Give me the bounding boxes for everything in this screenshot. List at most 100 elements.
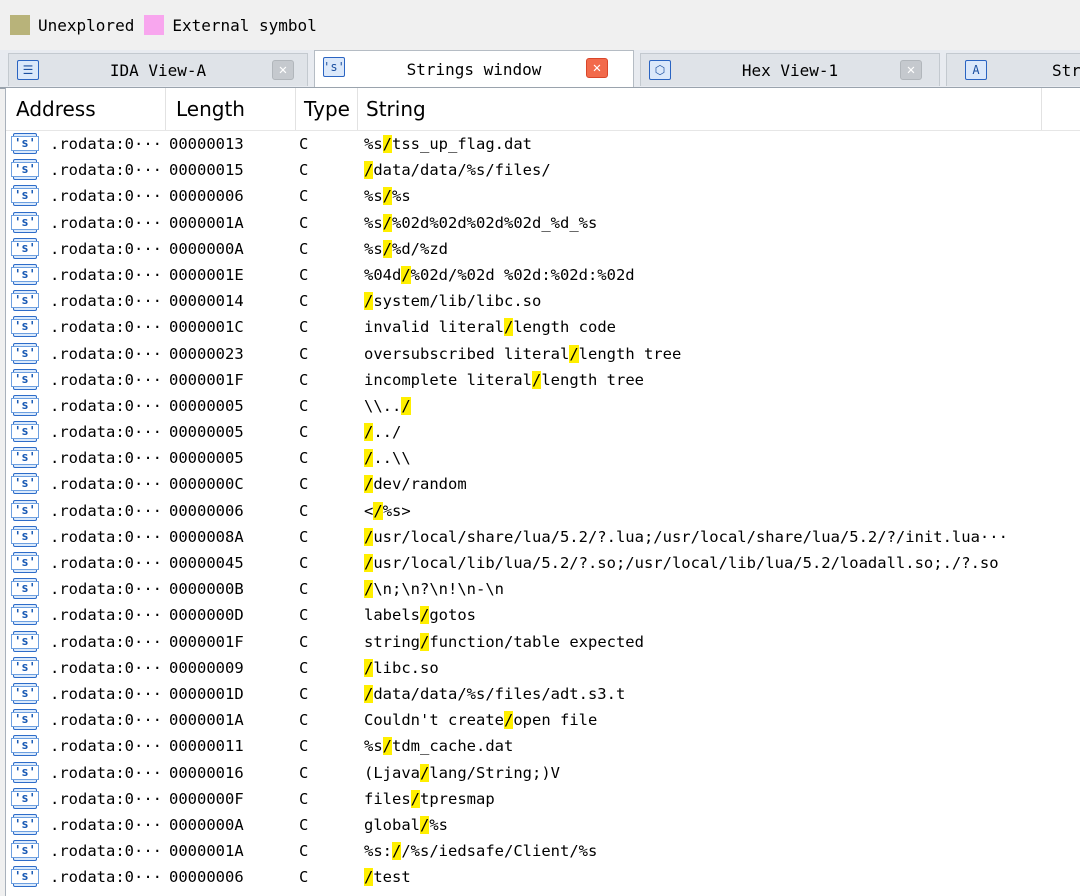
string-text: test <box>373 868 411 887</box>
table-row[interactable]: 's' .rodata:0··· 00000013 C %s/tss_up_flag.d… <box>6 131 1080 157</box>
cell-type: C <box>299 318 309 337</box>
string-icon: 's' <box>11 866 39 888</box>
table-row[interactable]: 's' .rodata:0··· 0000001C Cinvalid literal/… <box>6 314 1080 340</box>
tab-structures[interactable]: A Str <box>946 53 1080 86</box>
search-highlight: / <box>364 554 374 572</box>
tab-strings-window[interactable]: 's' Strings window ✕ <box>314 50 634 87</box>
string-text: system/lib/libc.so <box>373 292 542 311</box>
table-row[interactable]: 's' .rodata:0··· 0000001D C/data/data/%s/fi… <box>6 681 1080 707</box>
tab-bar: ☰ IDA View-A ✕ 's' Strings window ✕ ⬡ He… <box>0 50 1080 89</box>
cell-type: C <box>299 606 309 625</box>
tab-hex-view-1[interactable]: ⬡ Hex View-1 ✕ <box>640 53 940 86</box>
cell-string: %s/tdm_cache.dat <box>364 733 1054 759</box>
table-row[interactable]: 's' .rodata:0··· 0000001F Cstring/function/… <box>6 629 1080 655</box>
string-text: %s> <box>382 501 411 520</box>
string-text: tdm_cache.dat <box>392 737 514 756</box>
search-highlight: / <box>364 475 374 494</box>
table-row[interactable]: 's' .rodata:0··· 00000006 C </%s> <box>6 498 1080 524</box>
string-text: usr/local/share/lua/5.2/?.lua;/usr/local… <box>373 527 1008 546</box>
string-text: %s <box>364 737 383 756</box>
cell-string: /data/data/%s/files/adt.s3.t <box>364 681 1054 707</box>
table-row[interactable]: 's' .rodata:0··· 00000023 Coversubscribed l… <box>6 341 1080 367</box>
table-row[interactable]: 's' .rodata:0··· 00000005 C /../ <box>6 419 1080 445</box>
search-highlight: / <box>382 239 393 258</box>
string-text: %s <box>364 135 383 153</box>
close-icon[interactable]: ✕ <box>272 60 294 80</box>
table-row[interactable]: 's' .rodata:0··· 0000000F Cfiles/tpresmap <box>6 786 1080 812</box>
cell-string: /libc.so <box>364 655 1054 681</box>
tab-ida-view-a[interactable]: ☰ IDA View-A ✕ <box>8 53 308 86</box>
string-icon: 's' <box>11 211 39 233</box>
table-row[interactable]: 's' .rodata:0··· 0000001A C %s://%s/iedsafe/… <box>6 838 1080 864</box>
search-highlight: / <box>364 449 374 468</box>
string-text: %s <box>392 187 411 206</box>
cell-address: .rodata:0··· <box>50 265 162 284</box>
table-row[interactable]: 's' .rodata:0··· 00000005 C /..\\ <box>6 445 1080 471</box>
close-icon[interactable]: ✕ <box>586 58 608 78</box>
column-header-type[interactable]: Type <box>296 88 358 130</box>
close-icon[interactable]: ✕ <box>900 60 922 80</box>
legend-bar: Unexplored External symbol <box>0 0 1080 50</box>
table-row[interactable]: 's' .rodata:0··· 0000000D Clabels/gotos <box>6 602 1080 628</box>
cell-length: 0000001D <box>169 684 244 703</box>
cell-string: oversubscribed literal/length tree <box>364 341 1054 367</box>
legend-label-unexplored: Unexplored <box>38 15 135 35</box>
column-header-address[interactable]: Address <box>6 88 166 130</box>
table-row[interactable]: 's' .rodata:0··· 0000000A Cglobal/%s <box>6 812 1080 838</box>
string-icon: 's' <box>11 813 39 835</box>
search-highlight: / <box>503 318 514 337</box>
string-text: data/data/%s/files/ <box>373 161 551 180</box>
table-row[interactable]: 's' .rodata:0··· 0000001A C %s/%02d%02d%02d%… <box>6 210 1080 236</box>
string-text: Couldn't create <box>364 711 504 730</box>
cell-type: C <box>299 265 309 284</box>
table-row[interactable]: 's' .rodata:0··· 00000015 C/data/data/%s/fi… <box>6 157 1080 183</box>
tab-label: Str <box>1052 60 1080 80</box>
cell-string: %s/%02d%02d%02d%02d_%d_%s <box>364 210 1054 236</box>
search-highlight: / <box>364 658 374 677</box>
column-header-length[interactable]: Length <box>166 88 296 130</box>
cell-string: \\../ <box>364 393 1054 419</box>
table-row[interactable]: 's' .rodata:0··· 00000016 C (Ljava/lang/Stri… <box>6 760 1080 786</box>
cell-type: C <box>299 684 309 703</box>
search-highlight: / <box>364 423 374 442</box>
string-text: data/data/%s/files/adt.s3.t <box>373 684 626 703</box>
table-row[interactable]: 's' .rodata:0··· 0000008A C/usr/local/share… <box>6 524 1080 550</box>
table-row[interactable]: 's' .rodata:0··· 0000001F Cincomplete liter… <box>6 367 1080 393</box>
cell-address: .rodata:0··· <box>50 239 162 258</box>
table-row[interactable]: 's' .rodata:0··· 00000006 C/test <box>6 864 1080 890</box>
cell-address: .rodata:0··· <box>50 370 162 389</box>
table-row[interactable]: 's' .rodata:0··· 0000001A C Couldn't create/… <box>6 707 1080 733</box>
search-highlight: / <box>364 527 374 546</box>
cell-string: global/%s <box>364 812 1054 838</box>
search-highlight: / <box>382 213 393 232</box>
string-icon: 's' <box>11 447 39 469</box>
string-text: (Ljava <box>364 763 420 782</box>
cell-length: 00000011 <box>169 737 244 756</box>
search-highlight: / <box>401 265 411 284</box>
table-row[interactable]: 's' .rodata:0··· 00000005 C \\../ <box>6 393 1080 419</box>
cell-type: C <box>299 135 309 153</box>
string-text: lang/String;)V <box>429 763 560 782</box>
table-row[interactable]: 's' .rodata:0··· 0000001E C %04d/%02d/%02d %… <box>6 262 1080 288</box>
cell-type: C <box>299 789 309 808</box>
cell-length: 0000001E <box>169 265 244 284</box>
table-row[interactable]: 's' .rodata:0··· 0000000C C/dev/random <box>6 471 1080 497</box>
cell-type: C <box>299 396 309 415</box>
cell-address: .rodata:0··· <box>50 396 162 415</box>
table-row[interactable]: 's' .rodata:0··· 00000009 C/libc.so <box>6 655 1080 681</box>
string-text: %04d <box>364 265 402 284</box>
cell-type: C <box>299 475 309 494</box>
table-row[interactable]: 's' .rodata:0··· 00000011 C %s/tdm_cache.dat <box>6 733 1080 759</box>
tab-label: IDA View-A <box>109 60 207 80</box>
search-highlight: / <box>364 684 374 703</box>
column-header-string[interactable]: String <box>358 88 1042 130</box>
table-row[interactable]: 's' .rodata:0··· 00000014 C/system/lib/libc… <box>6 288 1080 314</box>
cell-type: C <box>299 213 309 232</box>
table-row[interactable]: 's' .rodata:0··· 0000000A C %s/%d/%zd <box>6 236 1080 262</box>
table-row[interactable]: 's' .rodata:0··· 00000045 C/usr/local/lib/l… <box>6 550 1080 576</box>
table-row[interactable]: 's' .rodata:0··· 0000000B C /\n;\n?\n!\n-\n <box>6 576 1080 602</box>
table-row[interactable]: 's' .rodata:0··· 00000006 C %s/%s <box>6 183 1080 209</box>
string-text: length tree <box>541 370 644 389</box>
cell-type: C <box>299 501 309 520</box>
strings-list[interactable]: 's' .rodata:0··· 00000013 C %s/tss_up_flag.d… <box>6 131 1080 890</box>
